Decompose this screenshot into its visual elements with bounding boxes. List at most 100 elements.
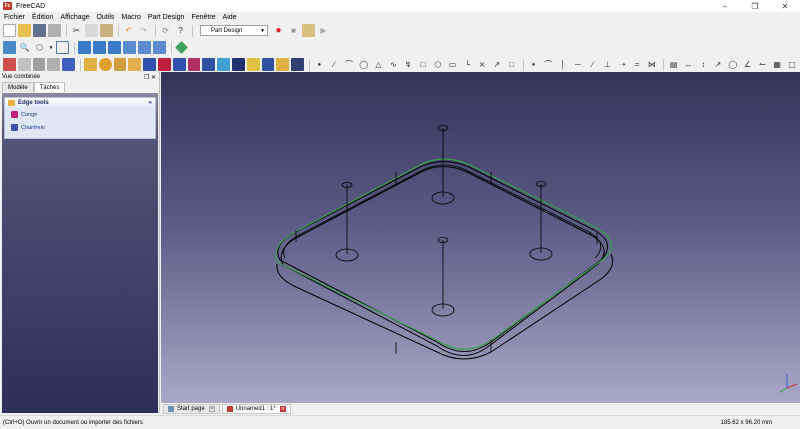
save-icon[interactable]: [33, 24, 46, 37]
constrain-parallel-icon[interactable]: ∕: [586, 58, 599, 71]
new-document-icon[interactable]: [3, 24, 16, 37]
constrain-vertical-distance-icon[interactable]: ↕: [697, 58, 710, 71]
menu-aide[interactable]: Aide: [219, 14, 240, 21]
pocket-icon[interactable]: [143, 58, 156, 71]
menu-part-design[interactable]: Part Design: [144, 14, 188, 21]
open-folder-icon[interactable]: [18, 24, 31, 37]
view-bottom-icon[interactable]: [138, 41, 151, 54]
hole-icon[interactable]: [157, 58, 171, 71]
draw-style-icon[interactable]: ⬡: [33, 41, 46, 54]
tab-start-page[interactable]: Start page ✕: [163, 403, 220, 414]
line-icon[interactable]: ∕: [328, 58, 341, 71]
polyline-icon[interactable]: ↯: [402, 58, 415, 71]
redo-icon[interactable]: ↷: [137, 24, 150, 37]
revolution-icon[interactable]: [98, 58, 112, 71]
clone-icon[interactable]: [62, 58, 75, 71]
collapse-icon[interactable]: «: [149, 100, 152, 106]
menu-fichier[interactable]: Fichier: [0, 14, 28, 21]
copy-icon[interactable]: [85, 24, 98, 37]
whats-this-icon[interactable]: ?: [174, 24, 187, 37]
refresh-icon[interactable]: ⟳: [159, 24, 172, 37]
external-geometry-icon[interactable]: □: [505, 58, 518, 71]
create-sketch-icon[interactable]: [17, 58, 31, 71]
task-item-conge[interactable]: Congé: [5, 108, 155, 121]
tab-taches[interactable]: Tâches: [33, 82, 66, 92]
menu-affichage[interactable]: Affichage: [56, 14, 92, 21]
menu-macro[interactable]: Macro: [117, 14, 143, 21]
tab-unnamed1[interactable]: Unnamed1 : 1* ✕: [221, 403, 291, 414]
toggle-construction-icon[interactable]: ▦: [771, 58, 784, 71]
constrain-symmetric-icon[interactable]: ⋈: [645, 58, 658, 71]
slot-icon[interactable]: ▭: [446, 58, 459, 71]
constrain-vertical-icon[interactable]: │: [557, 58, 570, 71]
constrain-point-on-object-icon[interactable]: ⌒: [542, 58, 555, 71]
print-icon[interactable]: [48, 24, 61, 37]
circle-icon[interactable]: ◯: [357, 58, 370, 71]
constrain-horizontal-icon[interactable]: ─: [571, 58, 584, 71]
close-icon[interactable]: ✕: [279, 405, 286, 412]
view-front-icon[interactable]: [78, 41, 91, 54]
multi-transform-icon[interactable]: [291, 58, 304, 71]
rectangle-icon[interactable]: □: [416, 58, 429, 71]
constrain-tangent-icon[interactable]: ➝: [616, 58, 629, 71]
constrain-perpendicular-icon[interactable]: ⊥: [601, 58, 614, 71]
stop-macro-icon[interactable]: ■: [287, 24, 300, 37]
validate-sketch-icon[interactable]: [47, 58, 61, 71]
view-top-icon[interactable]: [93, 41, 106, 54]
loft-icon[interactable]: [113, 58, 127, 71]
fillet-feature-icon[interactable]: [217, 58, 230, 71]
run-macro-icon[interactable]: ▶: [317, 24, 330, 37]
conic-icon[interactable]: △: [372, 58, 385, 71]
3d-viewport[interactable]: [161, 72, 800, 403]
taskbox-header[interactable]: Edge tools «: [5, 98, 155, 108]
minimize-button[interactable]: –: [710, 0, 740, 12]
chevron-down-icon[interactable]: ▼: [48, 41, 54, 54]
polygon-icon[interactable]: ⬡: [431, 58, 444, 71]
draft-icon[interactable]: [246, 58, 260, 71]
create-body-icon[interactable]: [3, 58, 16, 71]
maximize-button[interactable]: ❐: [740, 0, 770, 12]
view-left-icon[interactable]: [153, 41, 166, 54]
trim-icon[interactable]: ⨯: [476, 58, 489, 71]
panel-float-close-icon[interactable]: ❐ ✕: [144, 74, 156, 81]
select-all-icon[interactable]: ▢: [786, 58, 799, 71]
constrain-angle-icon[interactable]: ∠: [741, 58, 754, 71]
subtractive-loft-icon[interactable]: [187, 58, 201, 71]
close-icon[interactable]: ✕: [208, 405, 215, 412]
fillet-sketch-icon[interactable]: └: [461, 58, 474, 71]
attach-sketch-icon[interactable]: [32, 58, 46, 71]
thickness-icon[interactable]: [261, 58, 275, 71]
cut-icon[interactable]: ✂: [70, 24, 83, 37]
workbench-selector[interactable]: Part Design ▼: [200, 25, 268, 36]
chamfer-feature-icon[interactable]: [231, 58, 245, 71]
point-icon[interactable]: ●: [313, 58, 326, 71]
view-rear-icon[interactable]: [123, 41, 136, 54]
groove-icon[interactable]: [172, 58, 186, 71]
constrain-radius-icon[interactable]: ◯: [726, 58, 739, 71]
close-button[interactable]: ✕: [770, 0, 800, 12]
view-isometric-icon[interactable]: [56, 41, 69, 54]
menu-fenetre[interactable]: Fenêtre: [187, 14, 218, 21]
constrain-coincident-icon[interactable]: ●: [527, 58, 540, 71]
macro-editor-icon[interactable]: [302, 24, 315, 37]
constrain-snell-icon[interactable]: ↼: [756, 58, 769, 71]
measure-icon[interactable]: [175, 41, 188, 54]
subtractive-pipe-icon[interactable]: [202, 58, 216, 71]
constrain-distance-icon[interactable]: ↗: [712, 58, 725, 71]
undo-icon[interactable]: ↶: [122, 24, 135, 37]
paste-icon[interactable]: [100, 24, 113, 37]
3d-scene[interactable]: [161, 72, 800, 403]
record-macro-icon[interactable]: ●: [272, 24, 285, 37]
fit-all-icon[interactable]: [3, 41, 16, 54]
menu-edition[interactable]: Édition: [28, 14, 56, 21]
view-right-icon[interactable]: [108, 41, 121, 54]
extend-icon[interactable]: ↗: [490, 58, 503, 71]
sweep-icon[interactable]: [128, 58, 142, 71]
menu-outils[interactable]: Outils: [92, 14, 117, 21]
constrain-equal-icon[interactable]: =: [631, 58, 644, 71]
arc-icon[interactable]: ⌒: [343, 58, 356, 71]
constrain-horizontal-distance-icon[interactable]: ↔: [682, 58, 695, 71]
constrain-lock-icon[interactable]: ▤: [667, 58, 680, 71]
fit-selection-icon[interactable]: 🔍: [18, 41, 31, 54]
mirrored-icon[interactable]: [276, 58, 290, 71]
